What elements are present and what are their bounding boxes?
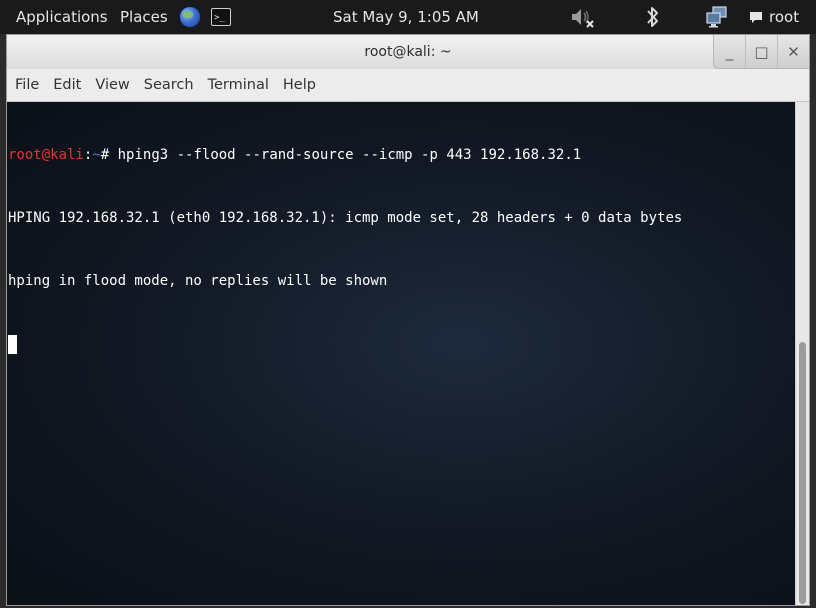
window-title: root@kali: ~ — [364, 44, 452, 60]
window-controls: _ □ ✕ — [713, 35, 809, 69]
menu-edit[interactable]: Edit — [47, 77, 87, 93]
prompt-symbol: # — [100, 147, 110, 163]
menubar: File Edit View Search Terminal Help — [7, 69, 809, 102]
chat-bubble-icon — [749, 10, 763, 24]
vertical-scrollbar[interactable] — [795, 102, 809, 605]
bluetooth-icon[interactable] — [645, 0, 661, 34]
user-name: root — [769, 8, 800, 26]
terminal-window: root@kali: ~ _ □ ✕ File Edit View Search… — [6, 34, 810, 606]
terminal-launcher-icon[interactable]: >_ — [211, 0, 231, 34]
maximize-button[interactable]: □ — [745, 35, 777, 68]
menu-view[interactable]: View — [89, 77, 135, 93]
close-button[interactable]: ✕ — [777, 35, 809, 68]
places-menu[interactable]: Places — [120, 0, 168, 34]
scrollbar-thumb[interactable] — [799, 342, 806, 604]
clock[interactable]: Sat May 9, 1:05 AM — [333, 0, 479, 34]
command-line: root@kali:~# hping3 --flood --rand-sourc… — [8, 145, 794, 166]
window-titlebar[interactable]: root@kali: ~ _ □ ✕ — [7, 35, 809, 69]
minimize-button[interactable]: _ — [714, 35, 745, 68]
applications-menu[interactable]: Applications — [16, 0, 108, 34]
menu-help[interactable]: Help — [277, 77, 322, 93]
output-line: HPING 192.168.32.1 (eth0 192.168.32.1): … — [8, 210, 683, 226]
user-menu[interactable]: root — [749, 0, 799, 34]
prompt-path: ~ — [92, 147, 101, 163]
network-icon[interactable] — [705, 0, 729, 34]
top-panel: Applications Places >_ Sat May 9, 1:05 A… — [0, 0, 816, 34]
menu-terminal[interactable]: Terminal — [202, 77, 275, 93]
globe-browser-icon[interactable] — [180, 0, 200, 34]
command-text: hping3 --flood --rand-source --icmp -p 4… — [109, 147, 582, 163]
terminal-area[interactable]: root@kali:~# hping3 --flood --rand-sourc… — [7, 102, 794, 605]
prompt-user: root@kali — [8, 147, 84, 163]
menu-search[interactable]: Search — [138, 77, 200, 93]
cursor-line — [8, 334, 794, 355]
output-line: hping in flood mode, no replies will be … — [8, 273, 388, 289]
text-cursor — [8, 335, 17, 354]
volume-muted-icon[interactable] — [570, 0, 596, 34]
menu-file[interactable]: File — [9, 77, 45, 93]
